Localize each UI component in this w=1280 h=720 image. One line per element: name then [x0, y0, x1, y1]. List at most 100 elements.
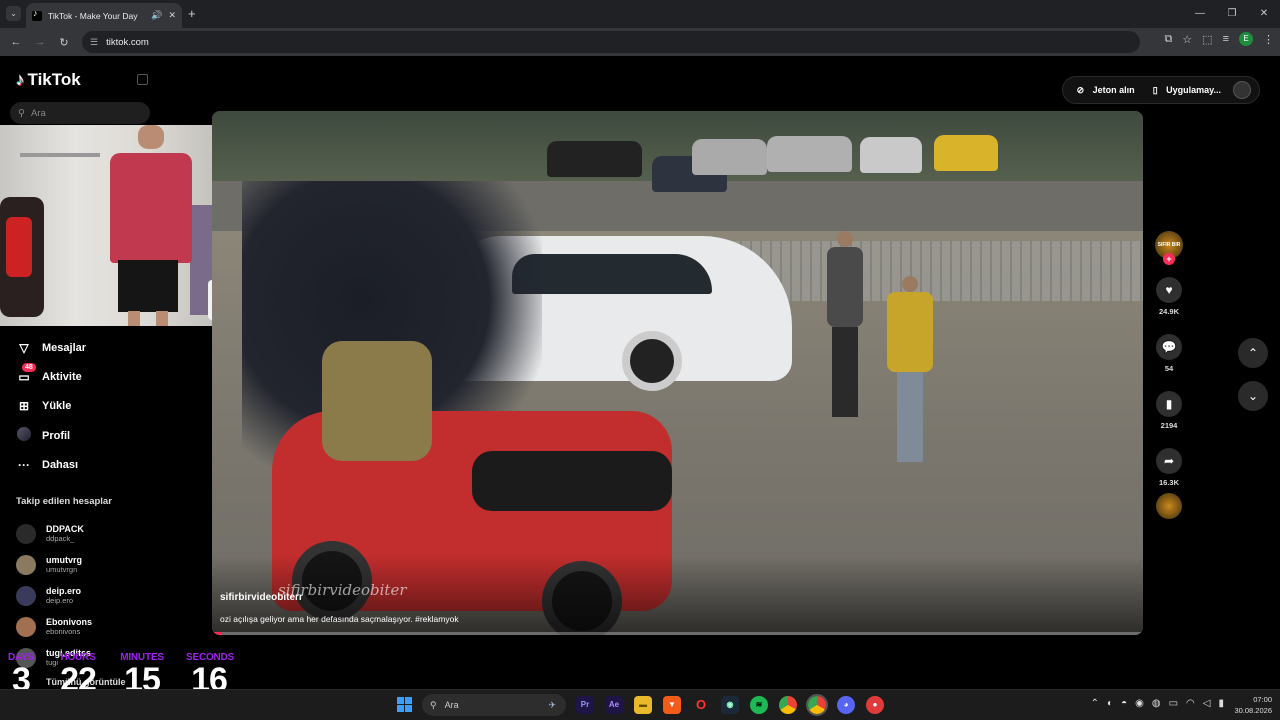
taskbar-apps: Pr Ae ▬ ▼ O ◉ ≋ ◕ ● — [576, 694, 884, 716]
account-name: umutvrg — [46, 555, 82, 565]
sidebar-item-profile[interactable]: Profil — [16, 421, 196, 450]
tray-edge-icon[interactable]: ◓ — [1121, 698, 1127, 709]
comment-icon[interactable]: 💬 — [1156, 334, 1182, 360]
user-avatar[interactable] — [1233, 81, 1251, 99]
brave-icon[interactable]: ▼ — [663, 696, 681, 714]
collapse-sidebar-icon[interactable] — [137, 74, 148, 85]
reload-button[interactable]: ↻ — [52, 36, 76, 49]
sidebar-item-label: Profil — [42, 429, 71, 442]
recorder-icon[interactable]: ● — [866, 696, 884, 714]
sidebar-item-messages[interactable]: ▽ Mesajlar — [16, 333, 196, 362]
bookmark-star-icon[interactable]: ☆ — [1182, 33, 1192, 46]
following-account[interactable]: DDPACK ddpack_ — [16, 518, 196, 549]
url-text: tiktok.com — [106, 36, 149, 48]
account-name: deip.ero — [46, 586, 82, 596]
clock-time: 07:00 — [1253, 695, 1272, 704]
taskbar-search-label: Ara — [444, 700, 459, 710]
tiktok-logo[interactable]: ♪ TikTok — [16, 70, 81, 90]
volume-icon[interactable]: ◁ — [1203, 698, 1211, 709]
spotify-icon[interactable]: ≋ — [750, 696, 768, 714]
restore-button[interactable]: ❐ — [1216, 0, 1248, 28]
video-author[interactable]: sifirbirvideobiterr — [220, 592, 303, 603]
get-app-button[interactable]: ▯ Uygulamay... — [1147, 85, 1233, 96]
extensions-icon[interactable]: ⬚ — [1202, 33, 1212, 46]
video-progress-bar[interactable] — [212, 632, 1143, 635]
following-account[interactable]: Ebonivons ebonivons — [16, 611, 196, 642]
wifi-icon[interactable]: ◠ — [1186, 698, 1195, 709]
sidebar-item-upload[interactable]: ⊞ Yükle — [16, 392, 196, 421]
discord-icon[interactable]: ◕ — [837, 696, 855, 714]
clock-date: 30.08.2026 — [1234, 706, 1272, 715]
avatar — [16, 585, 36, 606]
minimize-button[interactable]: — — [1184, 0, 1216, 28]
get-app-label: Uygulamay... — [1166, 84, 1221, 95]
next-video-button[interactable]: ⌄ — [1238, 381, 1268, 411]
tray-display-icon[interactable]: ▭ — [1169, 698, 1178, 709]
tray-app-icon[interactable]: ◐ — [1107, 698, 1113, 709]
search-icon: ⚲ — [430, 699, 437, 710]
translate-icon[interactable]: ⧉ — [1164, 33, 1172, 46]
back-button[interactable]: ← — [4, 36, 28, 48]
tab-close-icon[interactable]: ✕ — [168, 10, 176, 21]
sidebar-item-more[interactable]: ··· Dahası — [16, 450, 196, 479]
tab-search-icon[interactable]: ⌄ — [6, 6, 21, 21]
get-coins-label: Jeton alın — [1092, 84, 1135, 95]
account-username: ebonivons — [46, 627, 81, 636]
chrome-icon[interactable] — [779, 696, 797, 714]
sound-disc-icon[interactable] — [1156, 493, 1182, 519]
airplane-icon: ✈ — [548, 699, 556, 710]
opera-icon[interactable]: O — [692, 696, 710, 714]
windows-start-icon[interactable] — [397, 697, 412, 712]
video-player[interactable]: sifirbirvideobiter sifirbirvideobiterr o… — [212, 111, 1143, 635]
tray-chevron-icon[interactable]: ⌃ — [1091, 698, 1099, 709]
steam-icon[interactable]: ◉ — [721, 696, 739, 714]
profile-avatar-button[interactable]: E — [1239, 32, 1253, 46]
send-icon: ▽ — [19, 340, 29, 355]
file-explorer-icon[interactable]: ▬ — [634, 696, 652, 714]
account-username: deip.ero — [46, 596, 74, 605]
like-heart-icon[interactable]: ♥ — [1156, 277, 1182, 303]
sidebar-item-label: Mesajlar — [42, 341, 87, 354]
site-info-icon[interactable]: ☰ — [90, 37, 98, 48]
sidebar-item-activity[interactable]: ▭ 48 Aktivite — [16, 362, 196, 391]
tiktok-page: ♪ TikTok ⚲ Ara ▽ Mesajlar ▭ 48 Aktivite … — [0, 56, 1280, 689]
tray-spotify-icon[interactable]: ◍ — [1152, 698, 1161, 709]
forward-button[interactable]: → — [28, 36, 52, 48]
account-username: ddpack_ — [46, 534, 75, 543]
save-count: 2194 — [1160, 421, 1178, 430]
inbox-icon: ▭ — [18, 369, 30, 384]
share-count: 16.3K — [1158, 478, 1179, 487]
tray-steam-icon[interactable]: ◉ — [1135, 698, 1144, 709]
after-effects-icon[interactable]: Ae — [605, 696, 623, 714]
like-count: 24.9K — [1158, 307, 1179, 316]
bookmark-icon[interactable]: ▮ — [1156, 391, 1182, 417]
taskbar-clock[interactable]: 07:00 30.08.2026 — [1234, 694, 1272, 716]
creator-avatar[interactable]: SIFIR BIR + — [1155, 231, 1183, 265]
chrome-active-icon[interactable] — [806, 694, 828, 716]
browser-tab[interactable]: TikTok - Make Your Day 🔊 ✕ — [26, 3, 182, 28]
tiktok-favicon-icon — [32, 8, 42, 21]
previous-video-button[interactable]: ⌃ — [1238, 338, 1268, 368]
account-name: DDPACK — [46, 524, 84, 534]
webcam-overlay — [0, 125, 248, 326]
reading-list-icon[interactable]: ≡ — [1223, 33, 1229, 45]
browser-tab-strip: ⌄ TikTok - Make Your Day 🔊 ✕ + — ❐ ✕ — [0, 0, 1280, 28]
sidebar-nav: ▽ Mesajlar ▭ 48 Aktivite ⊞ Yükle Profil … — [16, 333, 196, 479]
address-bar[interactable]: ☰ tiktok.com — [82, 31, 1140, 53]
window-close-button[interactable]: ✕ — [1248, 0, 1280, 28]
follow-plus-icon[interactable]: + — [1163, 253, 1175, 265]
notification-badge: 48 — [22, 363, 36, 373]
browser-menu-icon[interactable]: ⋮ — [1263, 33, 1274, 46]
new-tab-button[interactable]: + — [188, 6, 196, 21]
get-coins-button[interactable]: ⊘ Jeton alın — [1071, 85, 1147, 96]
gaming-chair — [0, 197, 44, 317]
taskbar-search[interactable]: ⚲ Ara ✈ — [422, 694, 566, 716]
premiere-icon[interactable]: Pr — [576, 696, 594, 714]
share-arrow-icon[interactable]: ➦ — [1156, 448, 1182, 474]
header-actions: ⊘ Jeton alın ▯ Uygulamay... — [1061, 76, 1260, 104]
tab-audio-icon[interactable]: 🔊 — [151, 10, 162, 21]
following-account[interactable]: deip.ero deip.ero — [16, 580, 196, 611]
search-input[interactable]: ⚲ Ara — [10, 102, 150, 124]
following-account[interactable]: umutvrg umutvrgn — [16, 549, 196, 580]
battery-icon[interactable]: ▮ — [1218, 698, 1224, 709]
